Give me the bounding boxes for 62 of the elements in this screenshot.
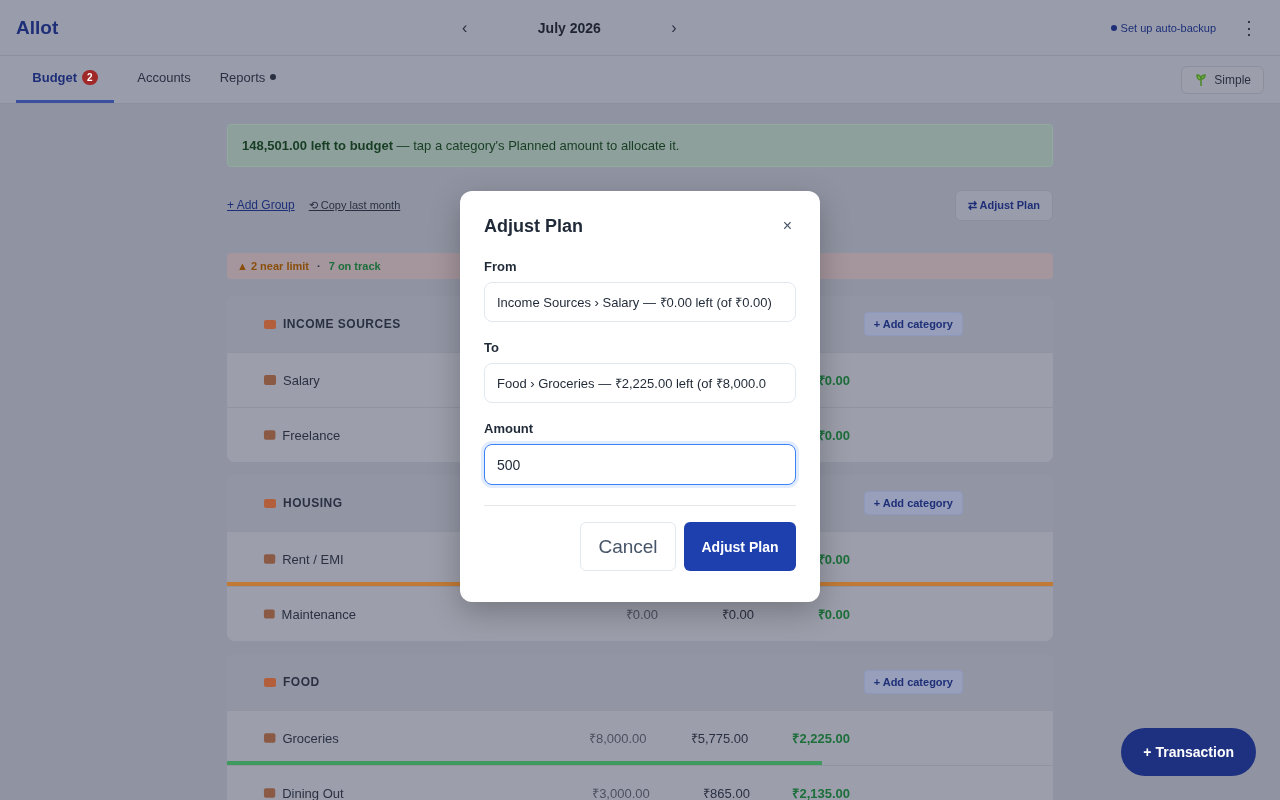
planned-amount: ₹3,000.00 bbox=[592, 786, 650, 800]
category-icon bbox=[263, 373, 277, 387]
category-name: Rent / EMI bbox=[282, 551, 344, 567]
remaining-amount: ₹2,135.00 bbox=[792, 786, 850, 800]
remaining-amount: ₹0.00 bbox=[817, 607, 850, 622]
remaining-amount: ₹2,225.00 bbox=[792, 731, 850, 746]
tab[interactable]: Budget 2 bbox=[16, 56, 114, 103]
add-transaction-button[interactable]: + Transaction bbox=[1121, 728, 1256, 776]
budget-banner: 148,501.00 left to budget — tap a category's Planned amount to allocate it. bbox=[227, 124, 1053, 167]
category-icon bbox=[263, 428, 277, 442]
category-name: Groceries bbox=[282, 730, 339, 746]
amount-field[interactable]: 500 bbox=[484, 444, 796, 485]
planned-amount: ₹8,000.00 bbox=[588, 731, 647, 746]
cancel-button[interactable]: Cancel bbox=[580, 522, 676, 571]
category-icon bbox=[263, 786, 277, 800]
add-category-button[interactable]: + Add category bbox=[863, 670, 963, 694]
previous-month-button[interactable]: ‹ bbox=[456, 17, 474, 38]
app-logo: Allot bbox=[16, 16, 60, 39]
count-badge: 2 bbox=[82, 69, 98, 85]
field-label: Amount bbox=[484, 421, 535, 436]
select-field[interactable]: Food › Groceries — ₹2,225.00 left (of ₹8,000.0 bbox=[484, 363, 796, 403]
category-icon bbox=[263, 552, 277, 566]
remaining-amount: ₹0.00 bbox=[817, 428, 850, 443]
tab[interactable]: Accounts bbox=[130, 56, 198, 103]
copy-month-link[interactable]: ⟲ Copy last month bbox=[308, 198, 401, 212]
select-field[interactable]: Income Sources › Salary — ₹0.00 left (of ₹0.00) bbox=[484, 282, 796, 322]
category-icon bbox=[263, 607, 276, 621]
category-name: Salary bbox=[283, 372, 320, 388]
category-name: Maintenance bbox=[281, 606, 357, 622]
adjust-plan-button[interactable]: Adjust Plan bbox=[684, 522, 796, 571]
category-name: Dining Out bbox=[282, 785, 344, 800]
field-label: From bbox=[484, 259, 518, 274]
spent-amount: ₹0.00 bbox=[721, 607, 754, 622]
planned-amount: ₹0.00 bbox=[625, 607, 659, 622]
category-row[interactable]: Groceries ₹8,000.00 ₹5,775.00 ₹2,225.00 bbox=[227, 710, 1053, 765]
adjust-plan-button[interactable]: ⇄ Adjust Plan bbox=[954, 189, 1053, 221]
next-month-button[interactable]: › bbox=[665, 17, 683, 38]
spent-amount: ₹5,775.00 bbox=[690, 731, 749, 746]
spent-amount: ₹865.00 bbox=[703, 786, 750, 800]
add-group-link[interactable]: + Add Group bbox=[227, 198, 295, 212]
group-title: INCOME SOURCES bbox=[283, 317, 401, 331]
dialog-title: Adjust Plan bbox=[484, 215, 583, 237]
plant-icon bbox=[1194, 72, 1209, 87]
group-title: HOUSING bbox=[283, 496, 343, 510]
tab[interactable]: Reports bbox=[214, 56, 282, 103]
add-category-button[interactable]: + Add category bbox=[863, 491, 963, 515]
remaining-amount: ₹0.00 bbox=[817, 373, 850, 388]
mode-button[interactable]: Simple bbox=[1181, 65, 1264, 94]
menu-button[interactable]: ⋮ bbox=[1234, 15, 1264, 40]
group-title: FOOD bbox=[283, 675, 320, 689]
remaining-amount: ₹0.00 bbox=[817, 552, 850, 567]
separator-text: · bbox=[317, 260, 321, 272]
status-text: 7 on track bbox=[328, 260, 381, 272]
month-title: July 2026 bbox=[536, 19, 602, 36]
close-button[interactable]: × bbox=[778, 215, 796, 237]
category-row[interactable]: Dining Out ₹3,000.00 ₹865.00 ₹2,135.00 bbox=[227, 765, 1053, 800]
field-label: To bbox=[484, 340, 500, 355]
category-icon bbox=[263, 731, 277, 745]
category-name: Freelance bbox=[282, 427, 341, 443]
status-text: ▲ 2 near limit bbox=[237, 260, 310, 272]
add-category-button[interactable]: + Add category bbox=[863, 312, 963, 336]
backup-link[interactable]: Set up auto-backup bbox=[1104, 20, 1222, 35]
